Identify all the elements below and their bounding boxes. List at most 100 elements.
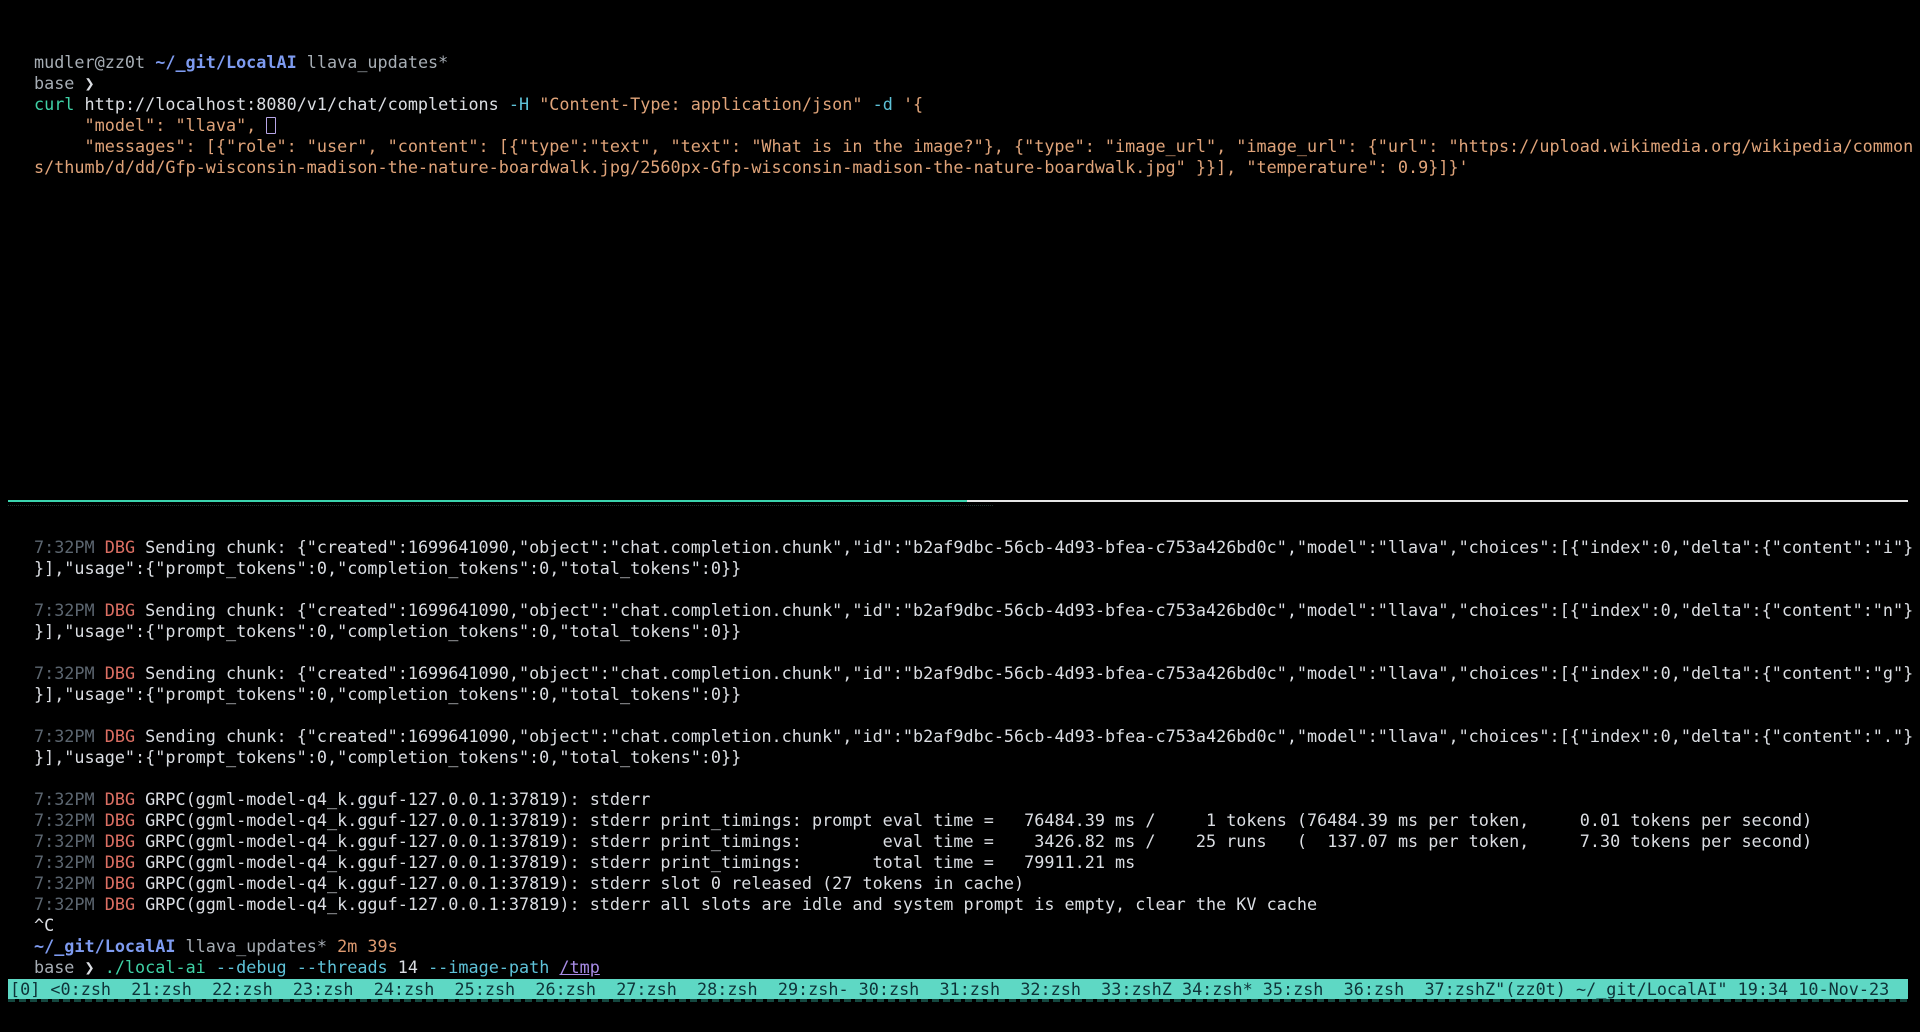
status-bar-underline xyxy=(8,999,1908,1002)
text-segment: 7:32PM xyxy=(34,831,105,851)
text-segment: GRPC(ggml-model-q4_k.gguf-127.0.0.1:3781… xyxy=(145,789,650,809)
text-segment: DBG xyxy=(105,663,145,683)
command-line: base ❯ ./local-ai --debug --threads 14 -… xyxy=(34,957,1920,978)
text-segment xyxy=(893,94,903,114)
text-segment: ~/_git/LocalAI xyxy=(155,52,296,72)
text-segment: GRPC(ggml-model-q4_k.gguf-127.0.0.1:3781… xyxy=(145,894,1317,914)
command-json-line: "model": "llava", xyxy=(34,115,1920,136)
blank-line xyxy=(34,705,1920,726)
text-segment: ❯ xyxy=(85,73,95,93)
log-pane: 7:32PM DBG Sending chunk: {"created":169… xyxy=(34,537,1920,978)
text-segment: 7:32PM xyxy=(34,852,105,872)
text-segment: /tmp xyxy=(559,957,599,977)
text-segment: DBG xyxy=(105,831,145,851)
text-segment: DBG xyxy=(105,537,145,557)
text-segment: }],"usage":{"prompt_tokens":0,"completio… xyxy=(34,747,741,767)
text-segment: base xyxy=(34,957,85,977)
text-segment: DBG xyxy=(105,894,145,914)
tmux-pane-divider xyxy=(8,500,1908,502)
text-segment: '{ xyxy=(903,94,923,114)
text-segment: "Content-Type: application/json" xyxy=(539,94,862,114)
text-segment: }],"usage":{"prompt_tokens":0,"completio… xyxy=(34,684,741,704)
blank-line xyxy=(34,768,1920,789)
text-segment: -d xyxy=(873,94,893,114)
command-json-line: s/thumb/d/dd/Gfp-wisconsin-madison-the-n… xyxy=(34,157,1920,178)
log-chunk-line: 7:32PM DBG Sending chunk: {"created":169… xyxy=(34,663,1920,684)
tmux-status-bar[interactable]: [0] <0:zsh 21:zsh 22:zsh 23:zsh 24:zsh 2… xyxy=(8,979,1908,999)
text-segment: GRPC(ggml-model-q4_k.gguf-127.0.0.1:3781… xyxy=(145,831,1812,851)
text-segment: }],"usage":{"prompt_tokens":0,"completio… xyxy=(34,558,741,578)
log-chunk-line: 7:32PM DBG Sending chunk: {"created":169… xyxy=(34,726,1920,747)
text-segment: ^C xyxy=(34,915,54,935)
text-segment: curl xyxy=(34,94,74,114)
pane-divider-active-segment xyxy=(8,500,967,502)
text-segment: DBG xyxy=(105,852,145,872)
text-segment: DBG xyxy=(105,789,145,809)
blank-line xyxy=(34,579,1920,600)
log-chunk-line: 7:32PM DBG Sending chunk: {"created":169… xyxy=(34,600,1920,621)
text-segment: s/thumb/d/dd/Gfp-wisconsin-madison-the-n… xyxy=(34,157,1469,177)
prompt-path-line: ~/_git/LocalAI llava_updates* 2m 39s xyxy=(34,936,1920,957)
text-segment: ./local-ai xyxy=(105,957,206,977)
text-segment: GRPC(ggml-model-q4_k.gguf-127.0.0.1:3781… xyxy=(145,852,1135,872)
log-grpc-line: 7:32PM DBG GRPC(ggml-model-q4_k.gguf-127… xyxy=(34,810,1920,831)
text-segment: DBG xyxy=(105,873,145,893)
terminal-screen[interactable]: mudler@zz0t ~/_git/LocalAI llava_updates… xyxy=(0,0,1920,1032)
text-segment: 7:32PM xyxy=(34,873,105,893)
sigint-line: ^C xyxy=(34,915,1920,936)
text-segment: 7:32PM xyxy=(34,726,105,746)
prompt-line: mudler@zz0t ~/_git/LocalAI llava_updates… xyxy=(34,52,1920,73)
log-chunk-wrap: }],"usage":{"prompt_tokens":0,"completio… xyxy=(34,684,1920,705)
text-segment: DBG xyxy=(105,726,145,746)
text-cursor xyxy=(266,117,275,134)
log-chunk-wrap: }],"usage":{"prompt_tokens":0,"completio… xyxy=(34,621,1920,642)
text-segment: "messages": [{"role": "user", "content":… xyxy=(34,136,1913,156)
log-chunk-wrap: }],"usage":{"prompt_tokens":0,"completio… xyxy=(34,747,1920,768)
text-segment: GRPC(ggml-model-q4_k.gguf-127.0.0.1:3781… xyxy=(145,810,1812,830)
log-grpc-line: 7:32PM DBG GRPC(ggml-model-q4_k.gguf-127… xyxy=(34,831,1920,852)
text-segment: --debug --threads xyxy=(206,957,388,977)
command-line: curl http://localhost:8080/v1/chat/compl… xyxy=(34,94,1920,115)
text-segment: mudler@zz0t xyxy=(34,52,155,72)
log-chunk-wrap: }],"usage":{"prompt_tokens":0,"completio… xyxy=(34,558,1920,579)
text-segment: Sending chunk: {"created":1699641090,"ob… xyxy=(145,663,1913,683)
text-segment: 7:32PM xyxy=(34,810,105,830)
log-grpc-line: 7:32PM DBG GRPC(ggml-model-q4_k.gguf-127… xyxy=(34,894,1920,915)
text-segment: }],"usage":{"prompt_tokens":0,"completio… xyxy=(34,621,741,641)
log-grpc-line: 7:32PM DBG GRPC(ggml-model-q4_k.gguf-127… xyxy=(34,789,1920,810)
text-segment: 7:32PM xyxy=(34,600,105,620)
pane-divider-dots xyxy=(8,505,993,506)
text-segment: Sending chunk: {"created":1699641090,"ob… xyxy=(145,726,1913,746)
text-segment: 7:32PM xyxy=(34,663,105,683)
text-segment: Sending chunk: {"created":1699641090,"ob… xyxy=(145,600,1913,620)
text-segment: Sending chunk: {"created":1699641090,"ob… xyxy=(145,537,1913,557)
pane-divider-inactive-segment xyxy=(967,500,1908,502)
text-segment: 2m 39s xyxy=(337,936,398,956)
text-segment xyxy=(529,94,539,114)
log-chunk-line: 7:32PM DBG Sending chunk: {"created":169… xyxy=(34,537,1920,558)
text-segment: 7:32PM xyxy=(34,789,105,809)
text-segment: 14 xyxy=(388,957,418,977)
text-segment: llava_updates* xyxy=(297,52,449,72)
text-segment: GRPC(ggml-model-q4_k.gguf-127.0.0.1:3781… xyxy=(145,873,1024,893)
tmux-window-list[interactable]: [0] <0:zsh 21:zsh 22:zsh 23:zsh 24:zsh 2… xyxy=(10,979,1889,999)
text-segment: ❯ xyxy=(85,957,105,977)
log-grpc-line: 7:32PM DBG GRPC(ggml-model-q4_k.gguf-127… xyxy=(34,873,1920,894)
prompt-line: base ❯ xyxy=(34,73,1920,94)
text-segment: 7:32PM xyxy=(34,894,105,914)
text-segment: -H xyxy=(509,94,529,114)
text-segment: 7:32PM xyxy=(34,537,105,557)
blank-line xyxy=(34,642,1920,663)
command-json-line: "messages": [{"role": "user", "content":… xyxy=(34,136,1920,157)
text-segment: llava_updates* xyxy=(175,936,337,956)
shell-pane: mudler@zz0t ~/_git/LocalAI llava_updates… xyxy=(34,52,1920,178)
text-segment: "model": "llava", xyxy=(34,115,266,135)
text-segment: base xyxy=(34,73,85,93)
log-grpc-line: 7:32PM DBG GRPC(ggml-model-q4_k.gguf-127… xyxy=(34,852,1920,873)
text-segment xyxy=(863,94,873,114)
text-segment: DBG xyxy=(105,600,145,620)
text-segment: http://localhost:8080/v1/chat/completion… xyxy=(74,94,508,114)
text-segment: DBG xyxy=(105,810,145,830)
text-segment: --image-path xyxy=(418,957,559,977)
text-segment: ~/_git/LocalAI xyxy=(34,936,175,956)
